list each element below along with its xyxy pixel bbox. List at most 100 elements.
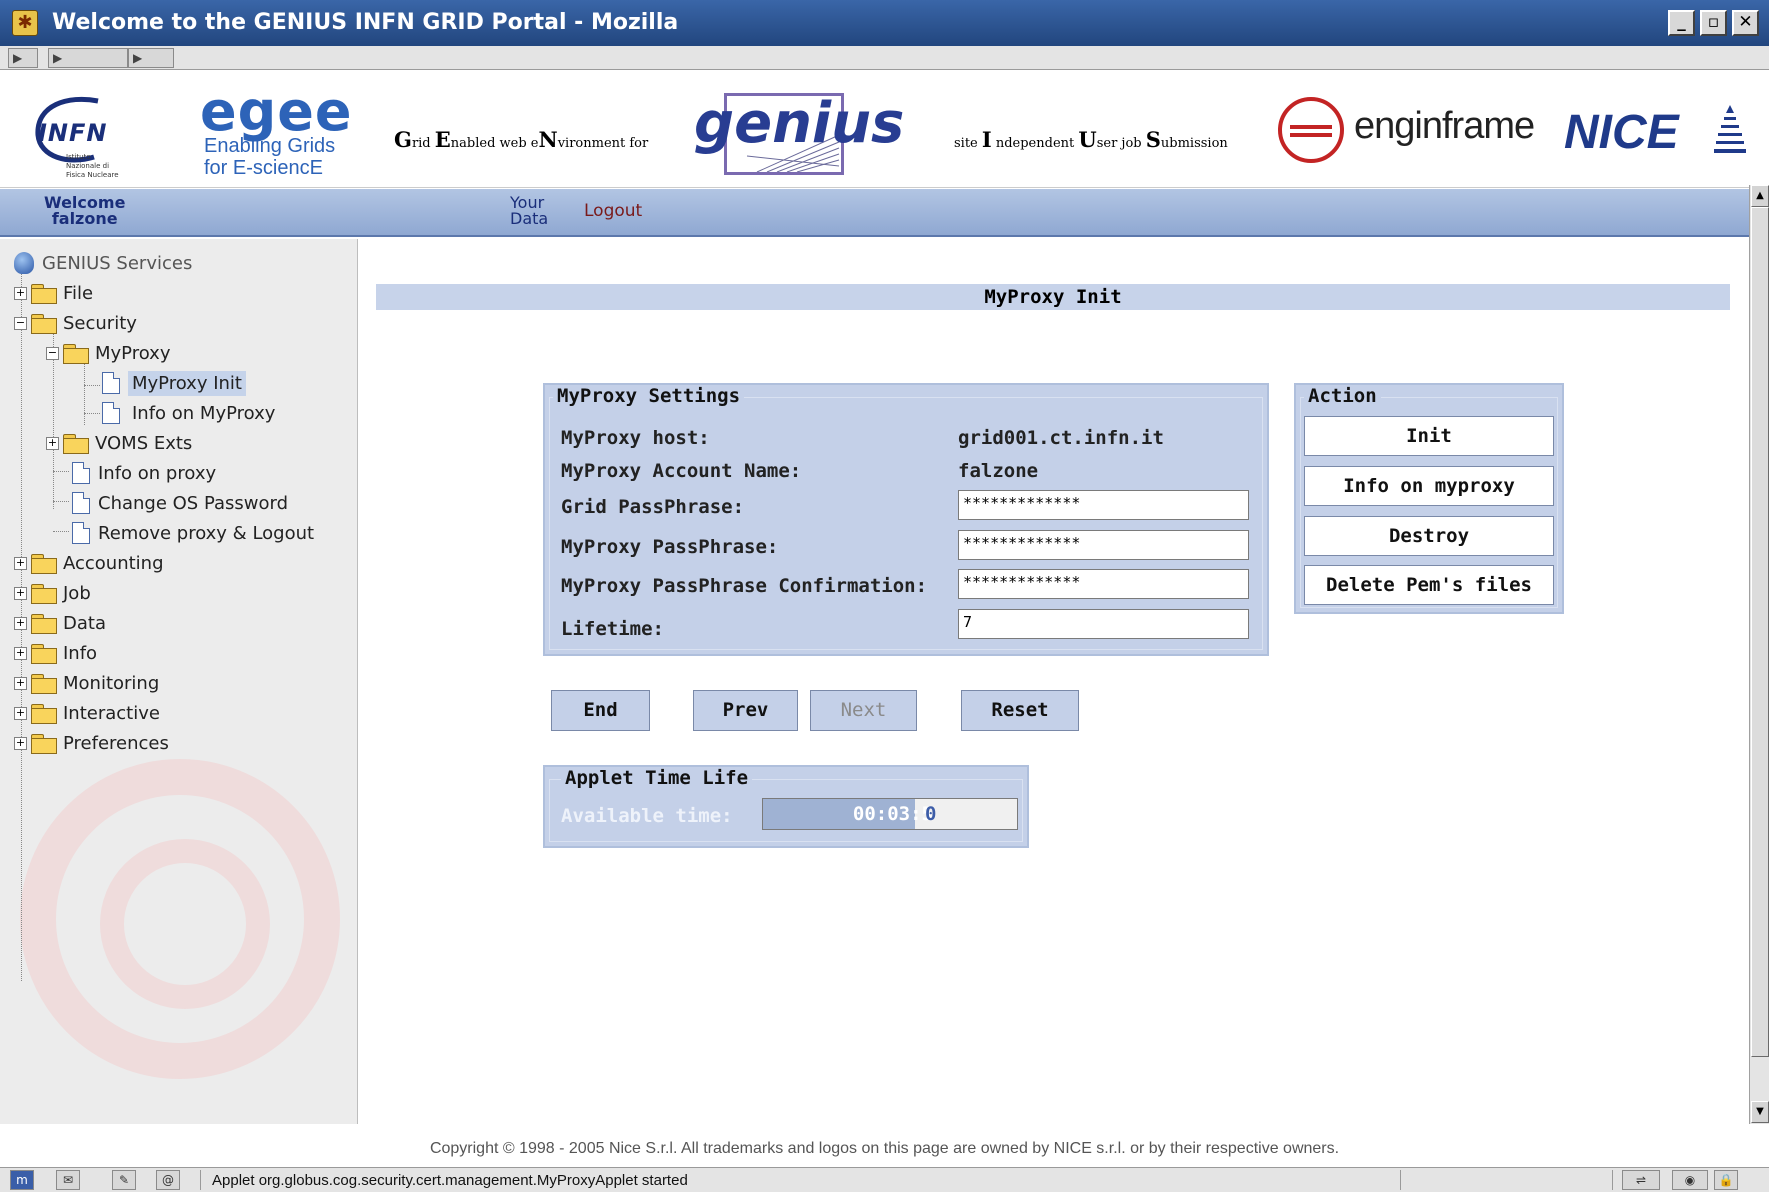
action-legend: Action	[1304, 385, 1381, 407]
folder-icon	[63, 434, 89, 454]
expand-icon[interactable]: +	[14, 616, 27, 630]
folder-icon	[31, 734, 57, 754]
expand-icon[interactable]: +	[14, 676, 27, 690]
myproxy-passphrase-field[interactable]: *************	[958, 530, 1249, 560]
myproxy-account-label: MyProxy Account Name:	[561, 460, 802, 482]
status-text: Applet org.globus.cog.security.cert.mana…	[212, 1172, 688, 1189]
genius-acronym: Grid Enabled web eNvironment for	[394, 127, 649, 152]
myproxy-account-value: falzone	[958, 460, 1039, 482]
prev-button[interactable]: Prev	[693, 690, 798, 731]
vertical-scrollbar[interactable]: ▲ ▼	[1749, 185, 1769, 1124]
myproxy-settings-panel: MyProxy Settings MyProxy host: grid001.c…	[543, 383, 1269, 656]
folder-icon	[31, 644, 57, 664]
maximize-button[interactable]: ▫	[1700, 10, 1727, 36]
next-button[interactable]: Next	[810, 690, 917, 731]
tree-item-data[interactable]: + Data	[14, 609, 106, 637]
action-panel: Action Init Info on myproxy Destroy Dele…	[1294, 383, 1564, 614]
grid-passphrase-label: Grid PassPhrase:	[561, 496, 745, 518]
document-icon	[72, 522, 90, 544]
copyright-footer: Copyright © 1998 - 2005 Nice S.r.l. All …	[429, 1140, 1340, 1157]
connection-icon: ⇌	[1622, 1170, 1660, 1190]
main-content	[359, 239, 1749, 1124]
reset-button[interactable]: Reset	[961, 690, 1079, 731]
expand-icon[interactable]: +	[46, 436, 59, 450]
tree-item-monitoring[interactable]: + Monitoring	[14, 669, 159, 697]
tree-item-info-on-proxy[interactable]: Info on proxy	[72, 459, 216, 487]
infn-logo-text: INFN	[38, 119, 108, 147]
document-icon	[72, 492, 90, 514]
tree-item-change-os-password[interactable]: Change OS Password	[72, 489, 288, 517]
expand-icon[interactable]: +	[14, 586, 27, 600]
egee-logo: egee	[200, 80, 353, 143]
document-icon	[102, 402, 120, 424]
strip-arrow-icon[interactable]: ▶	[128, 48, 174, 68]
myproxy-passphrase-label: MyProxy PassPhrase:	[561, 536, 779, 558]
logout-link[interactable]: Logout	[584, 201, 642, 221]
minimize-button[interactable]: _	[1668, 10, 1695, 36]
scroll-down-icon[interactable]: ▼	[1751, 1101, 1769, 1123]
myproxy-host-value: grid001.ct.infn.it	[958, 427, 1164, 449]
tree-item-remove-proxy-logout[interactable]: Remove proxy & Logout	[72, 519, 314, 547]
tree-item-preferences[interactable]: + Preferences	[14, 729, 169, 757]
available-time-value: 00:03:5	[852, 803, 933, 825]
sidebar-toolbar-strip: ▶ ▶ ▶	[0, 46, 1769, 70]
tree-item-voms-exts[interactable]: + VOMS Exts	[46, 429, 192, 457]
strip-arrow-icon[interactable]: ▶	[48, 48, 128, 68]
tree-item-security[interactable]: − Security	[14, 309, 137, 337]
tree-item-info[interactable]: + Info	[14, 639, 97, 667]
expand-icon[interactable]: +	[14, 556, 27, 570]
collapse-icon[interactable]: −	[46, 346, 59, 360]
scrollbar-thumb[interactable]	[1751, 207, 1769, 1057]
delete-pem-files-button[interactable]: Delete Pem's files	[1304, 565, 1554, 605]
genius-logo: genius	[694, 91, 905, 156]
expand-icon[interactable]: +	[14, 646, 27, 660]
composer-icon[interactable]: ✎	[112, 1170, 136, 1190]
address-book-icon[interactable]: @	[156, 1170, 180, 1190]
myproxy-settings-legend: MyProxy Settings	[553, 385, 745, 407]
egee-tagline-2: for E-sciencE	[204, 157, 323, 179]
destroy-button[interactable]: Destroy	[1304, 516, 1554, 556]
tree-root-genius-services[interactable]: GENIUS Services	[14, 249, 192, 277]
tree-item-job[interactable]: + Job	[14, 579, 91, 607]
navigator-icon[interactable]: m	[10, 1170, 34, 1190]
folder-icon	[31, 704, 57, 724]
infn-logo-subtitle: Istituto Nazionale di Fisica Nucleare	[66, 153, 119, 179]
expand-icon[interactable]: +	[14, 286, 27, 300]
collapse-icon[interactable]: −	[14, 316, 27, 330]
strip-arrow-icon[interactable]: ▶	[8, 48, 38, 68]
folder-open-icon	[31, 314, 57, 334]
applet-time-life-legend: Applet Time Life	[561, 767, 753, 789]
iujs-acronym: site I ndependent User job Submission	[954, 127, 1228, 152]
passphrase-confirmation-label: MyProxy PassPhrase Confirmation:	[561, 575, 928, 597]
end-button[interactable]: End	[551, 690, 650, 731]
globe-icon	[14, 252, 34, 274]
lifetime-field[interactable]: 7	[958, 609, 1249, 639]
tree-item-myproxy[interactable]: − MyProxy	[46, 339, 171, 367]
your-data-link[interactable]: Your Data	[510, 195, 548, 227]
close-button[interactable]: ✕	[1732, 10, 1759, 36]
tree-item-accounting[interactable]: + Accounting	[14, 549, 164, 577]
expand-icon[interactable]: +	[14, 706, 27, 720]
watermark-logo-inner-icon	[100, 839, 270, 1009]
grid-passphrase-field[interactable]: *************	[958, 490, 1249, 520]
security-lock-icon: 🔒	[1714, 1170, 1738, 1190]
expand-icon[interactable]: +	[14, 736, 27, 750]
scroll-up-icon[interactable]: ▲	[1751, 185, 1769, 207]
tree-item-info-on-myproxy[interactable]: Info on MyProxy	[102, 399, 275, 427]
popup-icon: ◉	[1672, 1170, 1708, 1190]
enginframe-logo: enginframe	[1354, 105, 1535, 147]
passphrase-confirmation-field[interactable]: *************	[958, 569, 1249, 599]
page-heading-bar: MyProxy Init	[376, 284, 1730, 310]
myproxy-host-label: MyProxy host:	[561, 427, 710, 449]
folder-open-icon	[63, 344, 89, 364]
available-time-label: Available time:	[561, 805, 733, 827]
tree-item-myproxy-init[interactable]: MyProxy Init	[102, 369, 246, 397]
tree-item-interactive[interactable]: + Interactive	[14, 699, 160, 727]
folder-icon	[31, 614, 57, 634]
tree-item-file[interactable]: + File	[14, 279, 93, 307]
egee-tagline-1: Enabling Grids	[204, 135, 336, 157]
init-button[interactable]: Init	[1304, 416, 1554, 456]
mail-icon[interactable]: ✉	[56, 1170, 80, 1190]
browser-statusbar: m ✉ ✎ @ Applet org.globus.cog.security.c…	[0, 1167, 1769, 1192]
info-on-myproxy-button[interactable]: Info on myproxy	[1304, 466, 1554, 506]
